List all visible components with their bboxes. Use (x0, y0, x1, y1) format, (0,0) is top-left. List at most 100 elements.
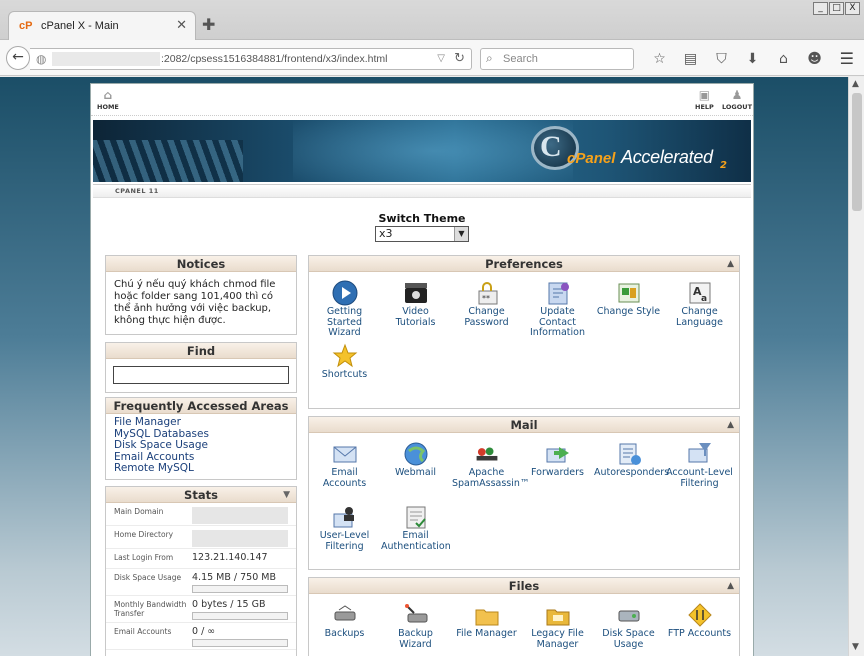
search-icon: ⌕ (486, 51, 493, 65)
tab-close-icon[interactable]: ✕ (176, 18, 187, 33)
theme-select[interactable]: x3 ▼ (375, 226, 469, 242)
new-tab-icon[interactable]: ✚ (202, 15, 215, 34)
scroll-thumb[interactable] (852, 93, 862, 211)
mail-webmail[interactable]: Webmail (380, 438, 451, 501)
stat-value-redacted (192, 530, 288, 547)
play-icon (332, 280, 358, 306)
collapse-arrow-icon[interactable]: ▲ (727, 256, 734, 272)
reload-icon[interactable]: ↻ (454, 51, 465, 66)
home-icon[interactable]: ⌂ (768, 49, 799, 69)
close-window-button[interactable]: X (845, 2, 860, 15)
mail-email-authentication[interactable]: Email Authentication (380, 501, 451, 564)
stat-row: Disk Space Usage 4.15 MB / 750 MB (106, 569, 296, 596)
usage-bar (192, 639, 288, 647)
browser-tab[interactable]: cP cPanel X - Main ✕ (8, 11, 196, 41)
maximize-button[interactable]: □ (829, 2, 844, 15)
scroll-down-icon[interactable]: ▼ (852, 642, 859, 652)
window-controls: _ □ X (813, 2, 860, 15)
mail-forwarders[interactable]: Forwarders (522, 438, 593, 501)
palette-icon (616, 280, 642, 306)
notices-box: Notices Chú ý nếu quý khách chmod file h… (105, 255, 297, 335)
star-icon (332, 343, 358, 369)
faa-link-disk-space-usage[interactable]: Disk Space Usage (114, 439, 288, 452)
files-legacy-file-manager[interactable]: Legacy File Manager (522, 599, 593, 656)
url-bar[interactable]: ◍ :2082/cpsess1516384881/frontend/x3/ind… (30, 48, 472, 70)
scroll-up-icon[interactable]: ▲ (852, 79, 859, 89)
notices-title: Notices (106, 256, 296, 272)
search-bar[interactable]: ⌕ Search (480, 48, 634, 70)
stat-row: Email Accounts 0 / ∞ (106, 623, 296, 650)
notices-text: Chú ý nếu quý khách chmod file hoặc fold… (114, 279, 276, 326)
back-arrow-icon[interactable]: ← (6, 46, 30, 70)
svg-text:**: ** (482, 294, 490, 303)
logout-icon: ♟ (731, 88, 743, 102)
chat-icon[interactable]: ☻ (799, 49, 830, 69)
find-input[interactable] (113, 366, 289, 384)
mail-box: Mail ▲ Email Accounts Webmail Apache Spam… (308, 416, 740, 570)
files-ftp-accounts[interactable]: FTP Accounts (664, 599, 735, 656)
mail-spamassassin[interactable]: Apache SpamAssassin™ (451, 438, 529, 501)
help-link[interactable]: ▣ HELP (695, 88, 714, 111)
stat-label: Home Directory (114, 530, 174, 539)
logout-link[interactable]: ♟ LOGOUT (722, 88, 752, 111)
mail-autoresponders[interactable]: Autoresponders (593, 438, 669, 501)
url-host-redacted (52, 52, 160, 66)
stat-row: Last Login From 123.21.140.147 (106, 549, 296, 569)
find-box: Find (105, 342, 297, 393)
reading-list-icon[interactable]: ▤ (675, 49, 706, 69)
download-icon[interactable]: ⬇ (737, 49, 768, 69)
pref-change-style[interactable]: Change Style (593, 277, 664, 340)
collapse-arrow-icon[interactable]: ▼ (283, 487, 290, 503)
collapse-arrow-icon[interactable]: ▲ (727, 578, 734, 594)
pref-getting-started[interactable]: Getting Started Wizard (309, 277, 380, 340)
files-file-manager[interactable]: File Manager (451, 599, 522, 656)
theme-switcher: Switch Theme x3 ▼ (91, 212, 753, 242)
pref-update-contact[interactable]: Update Contact Information (522, 277, 593, 340)
pref-shortcuts[interactable]: Shortcuts (309, 340, 380, 403)
film-icon (403, 280, 429, 306)
mail-user-level-filtering[interactable]: User-Level Filtering (309, 501, 380, 564)
bookmark-star-icon[interactable]: ☆ (644, 49, 675, 69)
stat-label: Monthly Bandwidth Transfer (114, 600, 187, 618)
filter-icon (687, 441, 713, 467)
stat-label: Disk Space Usage (114, 573, 182, 582)
sub-bar: CPANEL 11 (93, 184, 751, 198)
user-filter-icon (332, 504, 358, 530)
files-box: Files ▲ Backups Backup Wizard File Manage… (308, 577, 740, 656)
files-backups[interactable]: Backups (309, 599, 380, 656)
url-text: :2082/cpsess1516384881/frontend/x3/index… (161, 53, 388, 65)
stat-value-redacted (192, 507, 288, 524)
files-disk-space-usage[interactable]: Disk Space Usage (593, 599, 664, 656)
brand-cpanel: cPanel (567, 150, 616, 167)
mail-account-level-filtering[interactable]: Account-Level Filtering (664, 438, 735, 501)
stats-title: Stats ▼ (106, 487, 296, 503)
home-link[interactable]: ⌂ HOME (97, 88, 119, 111)
tab-strip: cP cPanel X - Main ✕ ✚ _ □ X (0, 0, 864, 41)
help-icon: ▣ (698, 88, 711, 102)
collapse-arrow-icon[interactable]: ▲ (727, 417, 734, 433)
stat-row: Monthly Bandwidth Transfer 0 bytes / 15 … (106, 596, 296, 623)
mail-email-accounts[interactable]: Email Accounts (309, 438, 380, 501)
stat-value: 0 / ∞ (192, 626, 216, 637)
pref-video-tutorials[interactable]: Video Tutorials (380, 277, 451, 340)
switch-theme-label: Switch Theme (378, 212, 466, 225)
stat-label: Email Accounts (114, 627, 172, 636)
pref-change-password[interactable]: ** Change Password (451, 277, 522, 340)
home-icon: ⌂ (103, 88, 113, 102)
url-dropdown-icon[interactable]: ▽ (437, 53, 445, 64)
files-title: Files ▲ (309, 578, 739, 594)
spamassassin-icon (474, 441, 500, 467)
faa-link-remote-mysql[interactable]: Remote MySQL (114, 462, 288, 475)
hamburger-menu-icon[interactable]: ☰ (840, 49, 854, 68)
minimize-button[interactable]: _ (813, 2, 828, 15)
tab-title: cPanel X - Main (41, 20, 119, 32)
toolbar-icons: ☆ ▤ ⛉ ⬇ ⌂ ☻ (644, 49, 830, 69)
pref-change-language[interactable]: Aa Change Language (664, 277, 735, 340)
pocket-icon[interactable]: ⛉ (706, 49, 737, 69)
backup-icon (332, 602, 358, 628)
vertical-scrollbar[interactable]: ▲ ▼ (848, 77, 864, 656)
stat-label: Main Domain (114, 507, 164, 516)
faa-link-file-manager[interactable]: File Manager (114, 416, 288, 429)
disk-icon (616, 602, 642, 628)
files-backup-wizard[interactable]: Backup Wizard (380, 599, 451, 656)
